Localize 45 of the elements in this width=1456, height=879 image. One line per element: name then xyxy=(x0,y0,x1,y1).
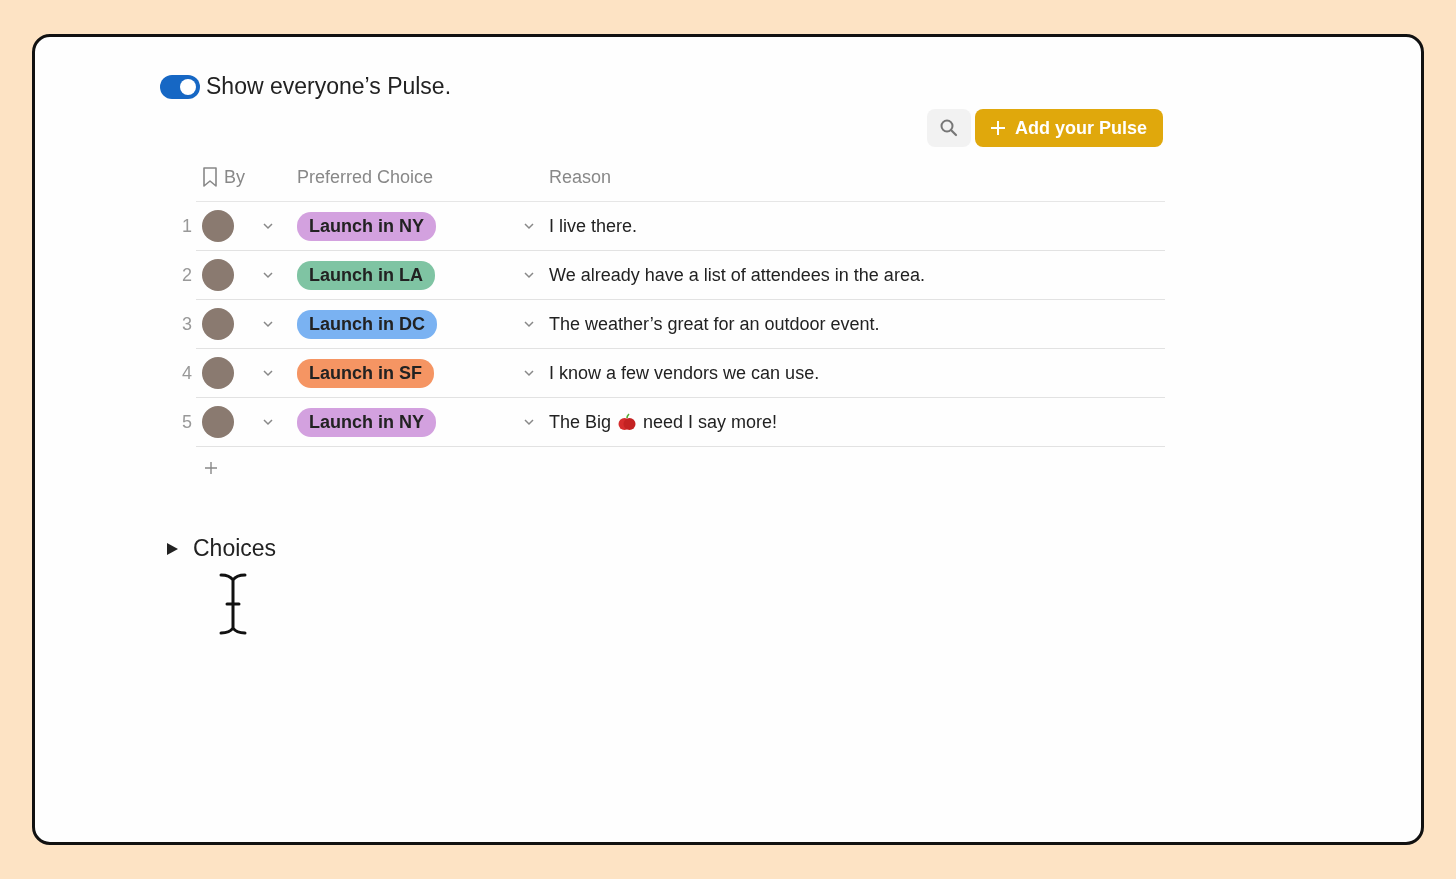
row-number: 2 xyxy=(181,264,192,286)
choice-tag: Launch in NY xyxy=(297,211,436,241)
reason-text: I live there. xyxy=(549,215,638,237)
column-header: Reason xyxy=(549,166,612,188)
avatar xyxy=(202,406,234,438)
choice-tag: Launch in LA xyxy=(297,260,435,290)
reason-text: need I say more! xyxy=(643,411,778,433)
avatar xyxy=(202,210,234,242)
chevron-down-icon[interactable] xyxy=(523,369,535,377)
choice-tag: Launch in DC xyxy=(297,309,437,339)
chevron-down-icon[interactable] xyxy=(262,222,274,230)
search-button[interactable] xyxy=(926,109,971,147)
add-pulse-button[interactable]: Add your Pulse xyxy=(974,109,1163,147)
row-number: 5 xyxy=(181,411,192,433)
avatar xyxy=(202,357,234,389)
search-icon xyxy=(938,118,959,138)
reason-text: We already have a list of attendees in the area. xyxy=(549,264,925,286)
add-row-icon[interactable] xyxy=(204,461,218,475)
chevron-down-icon[interactable] xyxy=(262,271,274,279)
disclosure-triangle-icon[interactable] xyxy=(165,541,179,556)
reason-text: I know a few vendors we can use. xyxy=(549,362,820,384)
chevron-down-icon[interactable] xyxy=(262,369,274,377)
column-header: Preferred Choice xyxy=(297,166,435,188)
avatar xyxy=(202,259,234,291)
reason-text: The weather’s great for an outdoor event. xyxy=(549,313,880,335)
apple-icon xyxy=(617,412,638,432)
toggle-switch[interactable] xyxy=(160,74,200,99)
chevron-down-icon[interactable] xyxy=(523,222,535,230)
chevron-down-icon[interactable] xyxy=(523,320,535,328)
column-header: By xyxy=(224,166,245,188)
bookmark-icon xyxy=(202,167,218,187)
avatar xyxy=(202,308,234,340)
chevron-down-icon[interactable] xyxy=(262,418,274,426)
chevron-down-icon[interactable] xyxy=(523,418,535,426)
chevron-down-icon[interactable] xyxy=(523,271,535,279)
row-number: 1 xyxy=(181,215,192,237)
reason-text: The Big xyxy=(549,411,612,433)
row-number: 3 xyxy=(181,313,192,335)
choice-tag: Launch in SF xyxy=(297,358,434,388)
section-title: Choices xyxy=(193,535,277,562)
row-number: 4 xyxy=(181,362,192,384)
choice-tag: Launch in NY xyxy=(297,407,436,437)
plus-icon xyxy=(988,119,1007,137)
toggle-label: Show everyone’s Pulse. xyxy=(206,73,452,100)
chevron-down-icon[interactable] xyxy=(262,320,274,328)
